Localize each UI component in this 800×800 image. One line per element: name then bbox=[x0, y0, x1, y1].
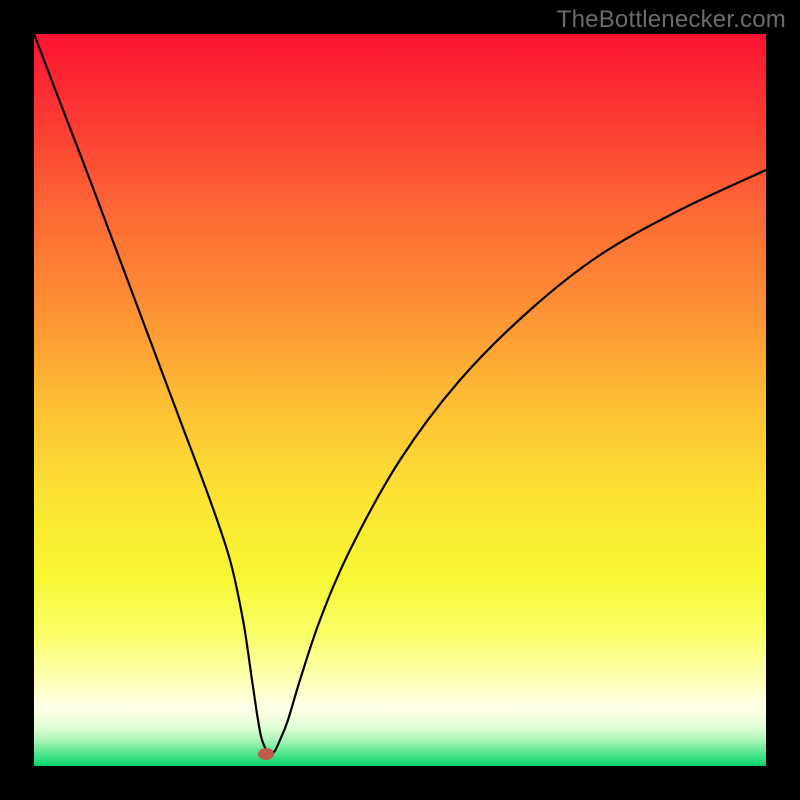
plot-background bbox=[34, 34, 766, 766]
watermark-text: TheBottlenecker.com bbox=[557, 6, 786, 34]
chart-frame: TheBottlenecker.com bbox=[0, 0, 800, 800]
optimal-point-marker bbox=[258, 748, 274, 760]
bottleneck-chart bbox=[0, 0, 800, 800]
